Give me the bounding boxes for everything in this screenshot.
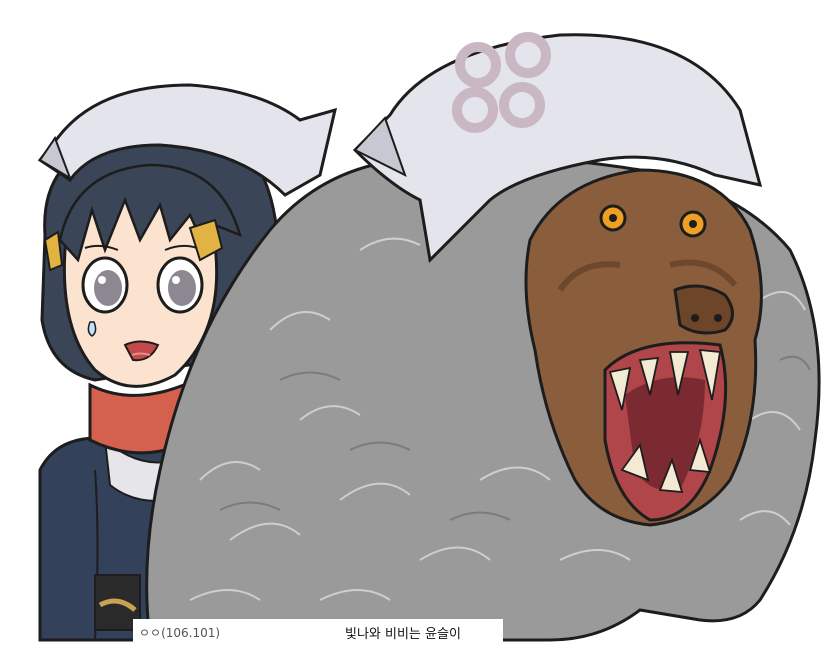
caption-text: 빛나와 비비는 윤슬이 bbox=[345, 627, 461, 642]
caption-bar: ㅇㅇ(106.101) 빛나와 비비는 윤슬이 bbox=[133, 619, 503, 645]
meme-illustration bbox=[37, 32, 821, 642]
caption-author: ㅇㅇ(106.101) bbox=[139, 626, 221, 640]
baboon-nose bbox=[673, 284, 734, 335]
